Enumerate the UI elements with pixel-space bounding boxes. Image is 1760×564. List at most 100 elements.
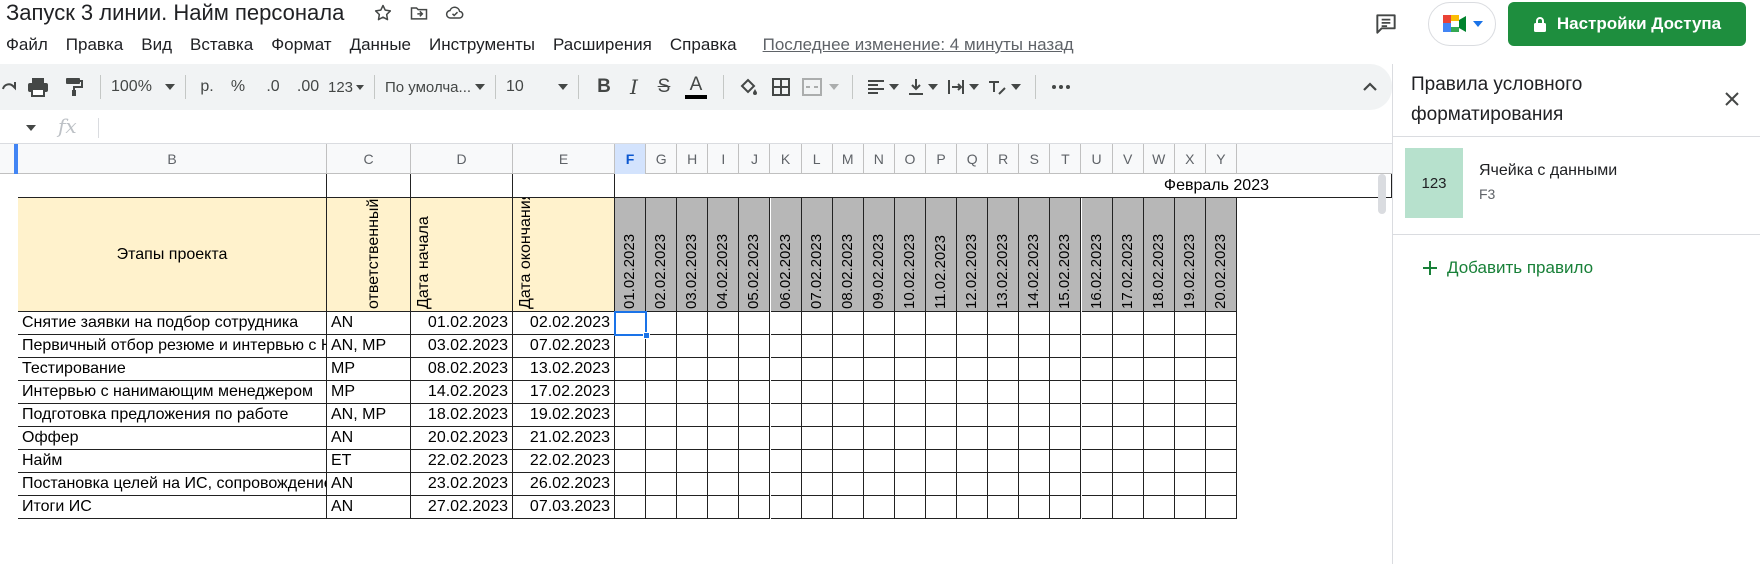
gantt-cell[interactable] xyxy=(770,427,802,450)
task-owner-cell[interactable]: ET xyxy=(327,450,411,473)
column-header-f[interactable]: F xyxy=(615,144,647,174)
star-icon[interactable] xyxy=(372,2,394,24)
gantt-cell[interactable] xyxy=(832,427,864,450)
gantt-cell[interactable] xyxy=(863,312,895,335)
currency-format-button[interactable]: р. xyxy=(196,72,218,102)
gantt-cell[interactable] xyxy=(1019,358,1051,381)
gantt-cell[interactable] xyxy=(615,335,647,358)
gantt-cell[interactable] xyxy=(708,450,740,473)
gantt-cell[interactable] xyxy=(1112,473,1144,496)
gantt-cell[interactable] xyxy=(1174,473,1206,496)
gantt-cell[interactable] xyxy=(926,335,958,358)
date-header-cell[interactable]: 11.02.2023 xyxy=(926,198,958,312)
gantt-cell[interactable] xyxy=(863,358,895,381)
gantt-cell[interactable] xyxy=(894,496,926,519)
gantt-cell[interactable] xyxy=(1050,312,1082,335)
date-header-cell[interactable]: 10.02.2023 xyxy=(894,198,926,312)
increase-decimals-button[interactable]: .00 xyxy=(288,72,328,102)
gantt-cell[interactable] xyxy=(708,496,740,519)
task-start-cell[interactable]: 03.02.2023 xyxy=(411,335,513,358)
font-size-select[interactable]: 10 xyxy=(506,78,568,96)
gantt-cell[interactable] xyxy=(677,450,709,473)
column-header-t[interactable]: T xyxy=(1050,144,1082,174)
gantt-cell[interactable] xyxy=(832,335,864,358)
add-rule-button[interactable]: Добавить правило xyxy=(1423,258,1593,278)
gantt-cell[interactable] xyxy=(646,404,678,427)
gantt-cell[interactable] xyxy=(1112,427,1144,450)
date-header-cell[interactable]: 18.02.2023 xyxy=(1143,198,1175,312)
gantt-cell[interactable] xyxy=(801,381,833,404)
date-header-cell[interactable]: 19.02.2023 xyxy=(1174,198,1206,312)
gantt-cell[interactable] xyxy=(832,358,864,381)
redo-button[interactable] xyxy=(0,72,18,102)
date-header-cell[interactable]: 17.02.2023 xyxy=(1112,198,1144,312)
bold-button[interactable]: B xyxy=(589,72,619,102)
gantt-cell[interactable] xyxy=(863,473,895,496)
gantt-cell[interactable] xyxy=(926,381,958,404)
gantt-cell[interactable] xyxy=(1019,335,1051,358)
gantt-cell[interactable] xyxy=(646,358,678,381)
column-header-j[interactable]: J xyxy=(739,144,771,174)
gantt-cell[interactable] xyxy=(677,381,709,404)
gantt-cell[interactable] xyxy=(1143,427,1175,450)
cell[interactable] xyxy=(327,174,411,198)
task-owner-cell[interactable]: AN xyxy=(327,312,411,335)
gantt-cell[interactable] xyxy=(1019,404,1051,427)
gantt-cell[interactable] xyxy=(1143,381,1175,404)
date-header-cell[interactable]: 07.02.2023 xyxy=(801,198,833,312)
task-owner-cell[interactable]: AN xyxy=(327,473,411,496)
gantt-cell[interactable] xyxy=(739,335,771,358)
gantt-cell[interactable] xyxy=(646,312,678,335)
task-end-cell[interactable]: 07.02.2023 xyxy=(513,335,615,358)
task-end-cell[interactable]: 17.02.2023 xyxy=(513,381,615,404)
gantt-cell[interactable] xyxy=(770,335,802,358)
column-header-p[interactable]: P xyxy=(926,144,958,174)
task-end-cell[interactable]: 07.03.2023 xyxy=(513,496,615,519)
move-folder-icon[interactable] xyxy=(408,2,430,24)
gantt-cell[interactable] xyxy=(739,473,771,496)
gantt-cell[interactable] xyxy=(1174,358,1206,381)
gantt-cell[interactable] xyxy=(1081,358,1113,381)
gantt-cell[interactable] xyxy=(988,335,1020,358)
gantt-cell[interactable] xyxy=(1081,496,1113,519)
task-start-cell[interactable]: 14.02.2023 xyxy=(411,381,513,404)
gantt-cell[interactable] xyxy=(1205,404,1237,427)
gantt-cell[interactable] xyxy=(863,335,895,358)
column-header-u[interactable]: U xyxy=(1082,144,1113,174)
gantt-cell[interactable] xyxy=(1205,335,1237,358)
task-start-cell[interactable]: 22.02.2023 xyxy=(411,450,513,473)
name-box-caret-icon[interactable] xyxy=(26,125,36,131)
gantt-cell[interactable] xyxy=(1143,312,1175,335)
date-header-cell[interactable]: 13.02.2023 xyxy=(988,198,1020,312)
task-owner-cell[interactable]: MP xyxy=(327,381,411,404)
menu-edit[interactable]: Правка xyxy=(66,35,123,55)
gantt-cell[interactable] xyxy=(677,427,709,450)
task-stage-cell[interactable]: Снятие заявки на подбор сотрудника xyxy=(18,312,327,335)
gantt-cell[interactable] xyxy=(926,312,958,335)
gantt-cell[interactable] xyxy=(1050,381,1082,404)
gantt-cell[interactable] xyxy=(770,312,802,335)
task-stage-cell[interactable]: Интервью с нанимающим менеджером xyxy=(18,381,327,404)
gantt-cell[interactable] xyxy=(1112,496,1144,519)
date-header-cell[interactable]: 04.02.2023 xyxy=(708,198,740,312)
gantt-cell[interactable] xyxy=(1019,427,1051,450)
gantt-cell[interactable] xyxy=(708,358,740,381)
menu-extensions[interactable]: Расширения xyxy=(553,35,652,55)
gantt-cell[interactable] xyxy=(832,381,864,404)
gantt-cell[interactable] xyxy=(926,450,958,473)
gantt-cell[interactable] xyxy=(1174,427,1206,450)
column-header-x[interactable]: X xyxy=(1175,144,1206,174)
gantt-cell[interactable] xyxy=(1050,427,1082,450)
task-stage-cell[interactable]: Тестирование xyxy=(18,358,327,381)
gantt-cell[interactable] xyxy=(1143,335,1175,358)
gantt-cell[interactable] xyxy=(1019,450,1051,473)
gantt-cell[interactable] xyxy=(615,404,647,427)
share-button[interactable]: Настройки Доступа xyxy=(1508,2,1746,46)
gantt-cell[interactable] xyxy=(957,358,989,381)
gantt-cell[interactable] xyxy=(863,404,895,427)
gantt-cell[interactable] xyxy=(801,450,833,473)
task-end-cell[interactable]: 02.02.2023 xyxy=(513,312,615,335)
gantt-cell[interactable] xyxy=(646,473,678,496)
date-header-cell[interactable]: 01.02.2023 xyxy=(615,198,647,312)
column-header-l[interactable]: L xyxy=(802,144,833,174)
